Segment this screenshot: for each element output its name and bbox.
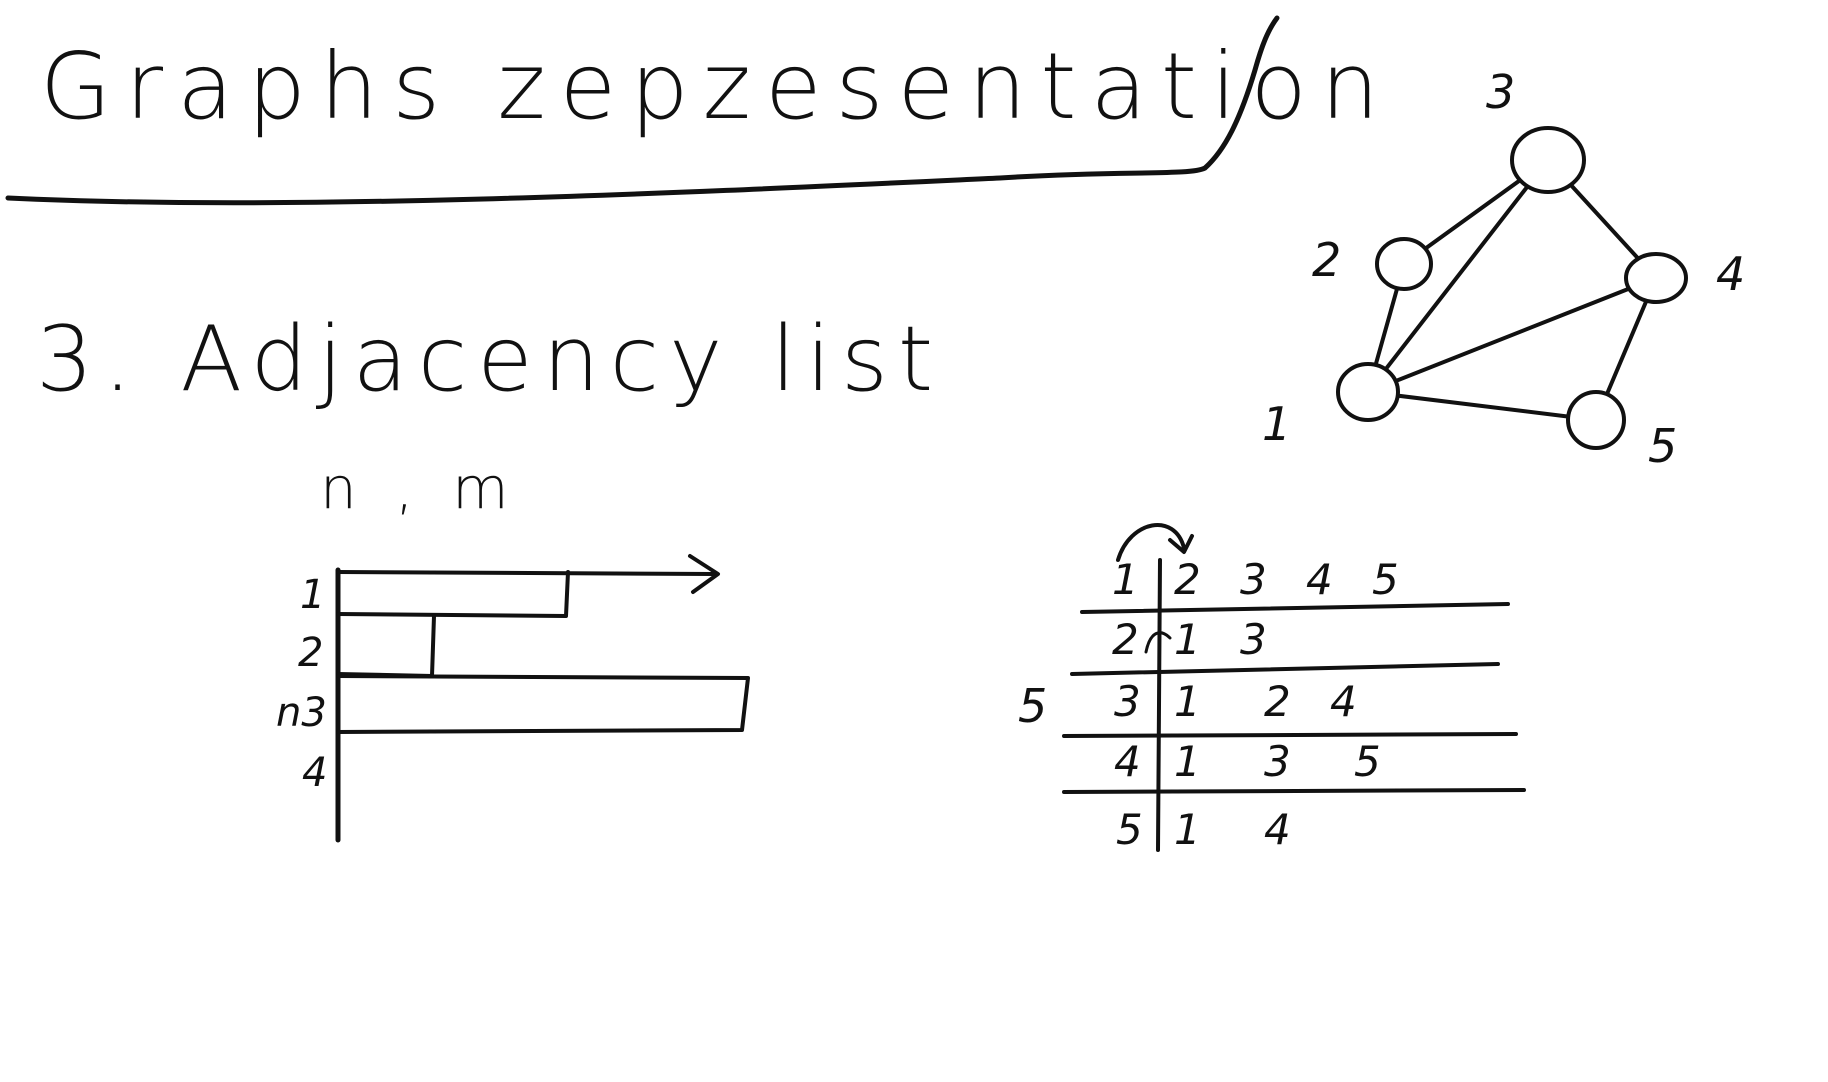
table-neighbor-value: 3 [1264,737,1291,786]
page-title: Graphs zepzesentation [40,33,1393,140]
table-vertical-line [1156,558,1162,852]
graph-node [1375,237,1433,291]
table-neighbor-value: 5 [1354,737,1381,786]
graph-node-label: 3 [1486,65,1515,119]
params-label: n , m [320,454,519,522]
table-hline-4 [1062,788,1526,794]
section-heading: 3. Adjacency list [36,307,943,412]
array-row-label: 2 [298,630,323,676]
graph-edge [1366,390,1598,422]
array-bar-1 [336,570,570,618]
array-row-label: 4 [302,750,327,796]
table-neighbor-value: 3 [1240,555,1267,604]
table-neighbor-value: 5 [1372,555,1399,604]
table-vertex-label: 4 [1114,737,1141,786]
array-bar-2 [336,614,436,678]
whiteboard-canvas: Graphs zepzesentation 3. Adjacency list … [5,15,1745,854]
table-neighbor-value: 4 [1330,677,1357,726]
table-vertex-label: 1 [1112,555,1139,604]
array-row-label: 1 [300,572,325,618]
array-bar-3 [336,674,750,734]
table-neighbor-value: 1 [1174,737,1201,786]
table-vertex-label: 5 [1116,805,1143,854]
graph-node-label: 5 [1648,419,1677,473]
array-row-label: n3 [276,690,327,736]
table-vertex-label: 2 [1112,615,1139,664]
table-vertex-label: 3 [1114,677,1141,726]
array-arrow [336,554,720,594]
graph-node-label: 2 [1312,233,1341,287]
table-neighbor-value: 2 [1174,555,1201,604]
graph-node [1510,126,1586,194]
array-sketch: 1 2 n3 4 [276,554,750,843]
table-neighbor-value: 2 [1264,677,1291,726]
table-hline-3 [1062,732,1518,738]
graph-node-label: 4 [1716,247,1745,301]
table-side-label: 5 [1018,679,1047,733]
table-neighbor-value: 1 [1174,805,1201,854]
graph-node [1566,390,1626,450]
adjacency-table: 5 1 2 3 4 52 1 33 1 2 44 1 3 55 1 4 [1018,523,1526,854]
table-neighbor-value: 3 [1240,615,1267,664]
graph-node [1336,362,1400,422]
table-neighbor-value: 4 [1264,805,1291,854]
table-neighbor-value: 1 [1174,677,1201,726]
graph-node [1624,252,1688,304]
table-neighbor-value: 1 [1174,615,1201,664]
table-neighbor-value: 4 [1306,555,1333,604]
table-hline-1 [1080,602,1510,614]
table-hline-2 [1070,662,1500,676]
graph-node-label: 1 [1262,397,1291,451]
